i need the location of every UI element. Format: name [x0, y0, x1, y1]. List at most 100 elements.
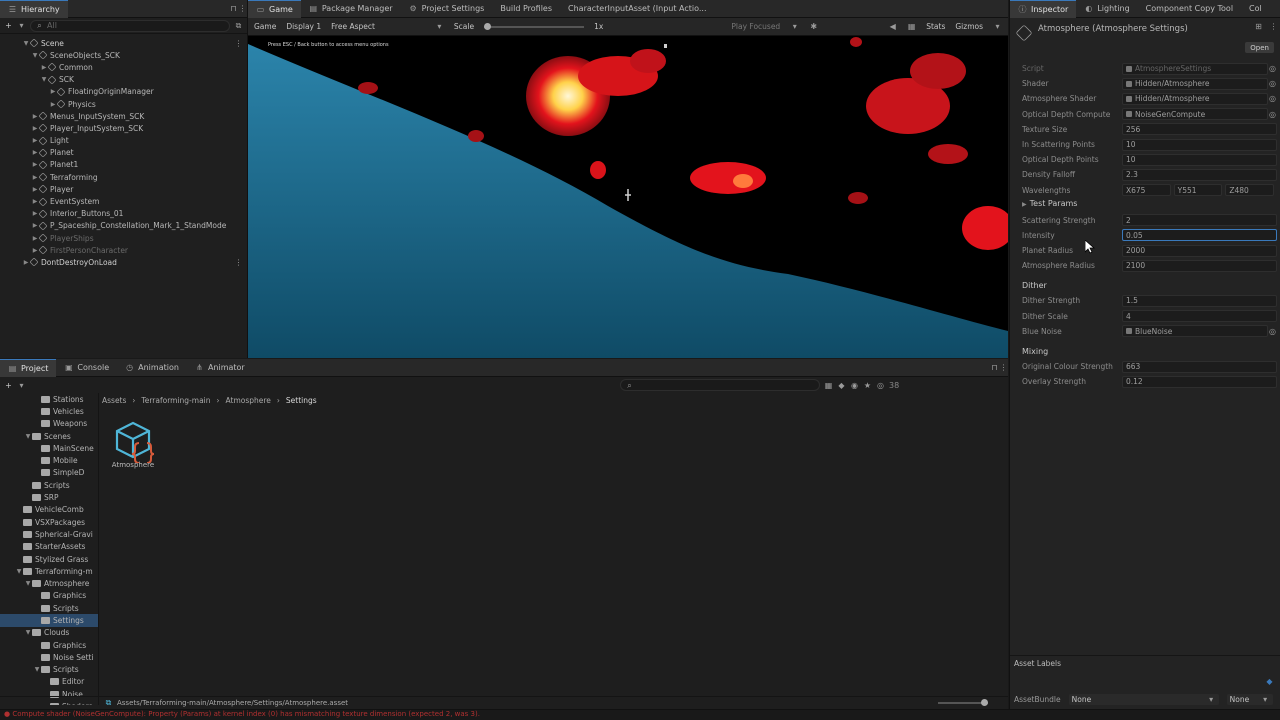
folder-item[interactable]: Noise Setti	[0, 651, 98, 663]
inspector-help-icon[interactable]: ⊞	[1254, 22, 1263, 31]
inspector-more-icon[interactable]: ⋮	[1269, 22, 1278, 31]
open-button[interactable]: Open	[1245, 42, 1274, 53]
hierarchy-item[interactable]: ▶ FloatingOriginManager	[0, 86, 247, 98]
chevron-right-icon[interactable]: ▶	[31, 125, 39, 132]
object-field[interactable]: AtmosphereSettings	[1122, 62, 1268, 75]
scale-slider[interactable]	[484, 22, 585, 30]
breadcrumb-item[interactable]: Atmosphere	[226, 396, 271, 405]
folder-item[interactable]: ▼ Clouds	[0, 627, 98, 639]
tab-project-1[interactable]: ▣ Console	[56, 359, 117, 377]
folder-item[interactable]: SimpleD	[0, 467, 98, 479]
type-filter-icon[interactable]: ▦	[824, 381, 833, 390]
object-field[interactable]: NoiseGenCompute	[1122, 108, 1268, 121]
object-picker-icon[interactable]: ◎	[1268, 110, 1277, 119]
scene-more-icon[interactable]: ⋮	[234, 258, 243, 267]
chevron-right-icon[interactable]: ▶	[31, 113, 39, 120]
hierarchy-item[interactable]: ▶ Player_InputSystem_SCK	[0, 122, 247, 134]
visibility-icon[interactable]: ◉	[850, 381, 859, 390]
hierarchy-search-input[interactable]: ⌕ All	[30, 19, 230, 32]
chevron-down-icon[interactable]: ▾	[790, 22, 799, 31]
hierarchy-item[interactable]: ▼ SceneObjects_SCK	[0, 49, 247, 61]
breadcrumb-item[interactable]: Assets	[102, 396, 126, 405]
asset-variant-dropdown[interactable]: None ▾	[1226, 694, 1273, 705]
vector-y-field[interactable]: Y 551	[1173, 184, 1223, 197]
favorite-icon[interactable]: ★	[863, 381, 872, 390]
breadcrumb-item[interactable]: Settings	[286, 396, 317, 405]
aspect-dropdown[interactable]: Free Aspect ▾	[331, 22, 444, 31]
add-icon[interactable]: +	[4, 381, 13, 390]
object-picker-icon[interactable]: ◎	[1268, 94, 1277, 103]
tab-project-2[interactable]: ◷ Animation	[117, 359, 187, 377]
folder-item[interactable]: VSXPackages	[0, 516, 98, 528]
status-bar[interactable]: ● Compute shader (NoiseGenCompute): Prop…	[0, 709, 1280, 720]
folder-item[interactable]: ▼ Atmosphere	[0, 577, 98, 589]
label-filter-icon[interactable]: ◆	[837, 381, 846, 390]
tab-inspector-3[interactable]: Col	[1241, 0, 1270, 18]
asset-bundle-dropdown[interactable]: None ▾	[1068, 694, 1219, 705]
icon-size-slider[interactable]	[938, 698, 988, 706]
tab-project-0[interactable]: ▤ Project	[0, 358, 57, 377]
icon-size-thumb[interactable]	[981, 698, 988, 706]
hierarchy-item[interactable]: ▶ P_Spaceship_Constellation_Mark_1_StandM…	[0, 220, 247, 232]
lock-icon[interactable]: ⊓	[990, 363, 999, 372]
chevron-right-icon[interactable]: ▶	[40, 64, 48, 71]
tab-inspector-2[interactable]: Component Copy Tool	[1138, 0, 1241, 18]
more-options-icon[interactable]: ⋮	[238, 4, 247, 13]
hierarchy-item[interactable]: ▶ Planet	[0, 147, 247, 159]
folder-item[interactable]: StarterAssets	[0, 541, 98, 553]
object-field[interactable]: Hidden/Atmosphere	[1122, 77, 1268, 90]
folder-item[interactable]: ▼ Scenes	[0, 430, 98, 442]
section-header[interactable]: ▶ Test Params	[1022, 199, 1077, 208]
scene-more-icon[interactable]: ⋮	[234, 39, 243, 48]
hierarchy-item[interactable]: ▼ Scene ⋮	[0, 37, 247, 49]
folder-item[interactable]: Graphics	[0, 639, 98, 651]
tab-game-1[interactable]: ▤ Package Manager	[301, 0, 401, 18]
tab-hierarchy[interactable]: ☰ Hierarchy	[0, 0, 68, 18]
value-field[interactable]: 4	[1122, 310, 1277, 323]
folder-item[interactable]: Spherical-Gravi	[0, 528, 98, 540]
folder-item[interactable]: Stations	[0, 393, 98, 405]
dropdown-icon[interactable]: ▾	[17, 21, 26, 30]
chevron-down-icon[interactable]: ▾	[993, 22, 1002, 31]
add-icon[interactable]: +	[4, 21, 13, 30]
hierarchy-item[interactable]: ▶ Terraforming	[0, 171, 247, 183]
tab-project-3[interactable]: ⋔ Animator	[187, 359, 253, 377]
game-viewport[interactable]: Press ESC / Back button to access menu o…	[248, 36, 1008, 358]
hierarchy-item[interactable]: ▶ Light	[0, 135, 247, 147]
gizmos-button[interactable]: Gizmos	[955, 22, 983, 31]
value-field[interactable]: 2.3	[1122, 168, 1277, 181]
folder-item[interactable]: ▼ Scripts	[0, 664, 98, 676]
value-field[interactable]: 663	[1122, 360, 1277, 373]
eye-icon[interactable]: ◎	[876, 381, 885, 390]
value-field[interactable]: 10	[1122, 138, 1277, 151]
asset-atmosphere[interactable]: Atmosphere	[108, 419, 158, 469]
hierarchy-item[interactable]: ▶ Interior_Buttons_01	[0, 208, 247, 220]
tab-inspector-1[interactable]: ◐ Lighting	[1076, 0, 1137, 18]
more-options-icon[interactable]: ⋮	[999, 363, 1008, 372]
value-field[interactable]: 10	[1122, 153, 1277, 166]
folder-item[interactable]: Graphics	[0, 590, 98, 602]
chevron-right-icon[interactable]: ▶	[22, 259, 30, 266]
folder-item[interactable]: ▼ Terraforming-m	[0, 565, 98, 577]
lock-icon[interactable]: ⊓	[229, 4, 238, 13]
folder-item[interactable]: MainScene	[0, 442, 98, 454]
tab-game-2[interactable]: ⚙ Project Settings	[401, 0, 493, 18]
hierarchy-item[interactable]: ▼ SCK	[0, 74, 247, 86]
object-field[interactable]: BlueNoise	[1122, 325, 1268, 338]
vector-z-field[interactable]: Z 480	[1225, 184, 1275, 197]
project-search-input[interactable]: ⌕	[620, 379, 820, 391]
breadcrumb-item[interactable]: Terraforming-main	[141, 396, 210, 405]
object-picker-icon[interactable]: ◎	[1268, 327, 1277, 336]
scale-slider-thumb[interactable]	[484, 22, 492, 30]
bug-icon[interactable]: ✱	[809, 22, 818, 31]
tag-icon[interactable]: ◆	[1265, 677, 1274, 686]
chevron-down-icon[interactable]: ▼	[24, 629, 32, 636]
tab-inspector-0[interactable]: ⓘ Inspector	[1010, 0, 1077, 18]
play-focused-dropdown[interactable]: Play Focused	[731, 22, 780, 31]
chevron-down-icon[interactable]: ▼	[24, 433, 32, 440]
folder-item[interactable]: Weapons	[0, 418, 98, 430]
folder-item[interactable]: Vehicles	[0, 405, 98, 417]
tab-game-4[interactable]: CharacterInputAsset (Input Actio...	[560, 0, 714, 18]
filter-icon[interactable]: ⧉	[234, 21, 243, 30]
folder-item[interactable]: Settings	[0, 614, 98, 627]
